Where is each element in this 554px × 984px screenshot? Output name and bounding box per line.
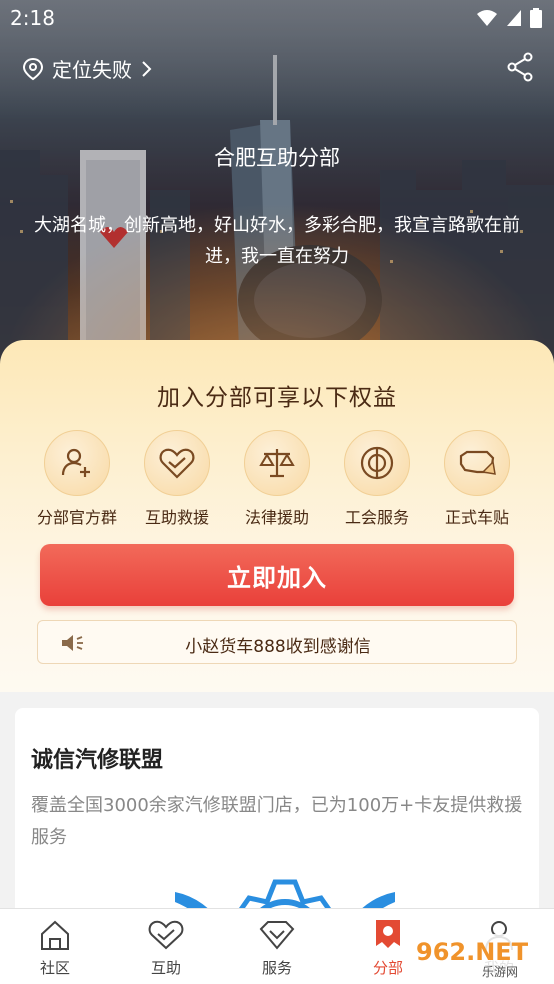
scales-icon	[244, 430, 310, 496]
location-label: 定位失败	[52, 58, 132, 82]
benefit-label: 法律援助	[244, 508, 309, 527]
benefit-mutual-rescue[interactable]: 互助救援	[127, 430, 227, 528]
join-now-button[interactable]: 立即加入	[40, 544, 514, 606]
location-selector[interactable]: 定位失败	[22, 54, 152, 83]
status-time: 2:18	[10, 6, 55, 30]
chevron-right-icon	[142, 60, 152, 77]
card-description: 覆盖全国3000余家汽修联盟门店，已为100万+卡友提供救援服务	[31, 795, 523, 848]
system-icons	[476, 8, 542, 28]
branch-title: 合肥互助分部	[214, 146, 340, 170]
benefit-legal-aid[interactable]: 法律援助	[227, 430, 327, 528]
battery-icon	[530, 8, 542, 28]
branch-flag-icon	[376, 920, 400, 948]
benefit-official-group[interactable]: 分部官方群	[27, 430, 127, 528]
benefit-label: 分部官方群	[36, 508, 117, 527]
location-pin-icon	[22, 57, 44, 80]
heart-handshake-icon	[144, 430, 210, 496]
benefit-car-sticker[interactable]: 正式车贴	[427, 430, 527, 528]
status-bar: 2:18	[0, 0, 554, 36]
user-add-icon	[44, 430, 110, 496]
nav-label: 社区	[39, 959, 70, 977]
benefit-label: 工会服务	[344, 508, 409, 527]
card-title: 诚信汽修联盟	[31, 748, 164, 773]
benefit-union-service[interactable]: 工会服务	[327, 430, 427, 528]
signal-icon	[507, 10, 521, 26]
nav-label: 服务	[261, 959, 292, 977]
notice-ticker[interactable]: 小赵货车888收到感谢信	[37, 620, 517, 664]
benefit-label: 互助救援	[144, 508, 209, 527]
benefits-panel: 加入分部可享以下权益 分部官方群 互助救援 法律援助 工会服务 正式车贴 立即加…	[0, 340, 554, 692]
nav-item-services[interactable]: 服务	[237, 917, 317, 978]
benefit-label: 正式车贴	[444, 508, 509, 527]
nav-item-mutual-aid[interactable]: 互助	[126, 917, 206, 978]
watermark-subtext: 乐游网	[482, 965, 518, 979]
watermark-logo: 962.NET 乐游网	[408, 934, 546, 980]
share-icon[interactable]	[506, 52, 534, 82]
nav-item-community[interactable]: 社区	[15, 917, 95, 978]
watermark-text: 962.NET	[416, 938, 529, 966]
benefits-heading: 加入分部可享以下权益	[157, 385, 397, 411]
car-sticker-icon	[444, 430, 510, 496]
home-icon	[41, 920, 69, 950]
nav-label: 互助	[150, 959, 181, 977]
handshake-icon	[148, 920, 184, 950]
notice-text: 小赵货车888收到感谢信	[185, 637, 371, 657]
branch-description: 大湖名城，创新高地，好山好水，多彩合肥，我宣言路歌在前进，我一直在努力	[34, 215, 520, 267]
union-emblem-icon	[344, 430, 410, 496]
diamond-icon	[259, 921, 295, 950]
wifi-icon	[477, 10, 497, 26]
